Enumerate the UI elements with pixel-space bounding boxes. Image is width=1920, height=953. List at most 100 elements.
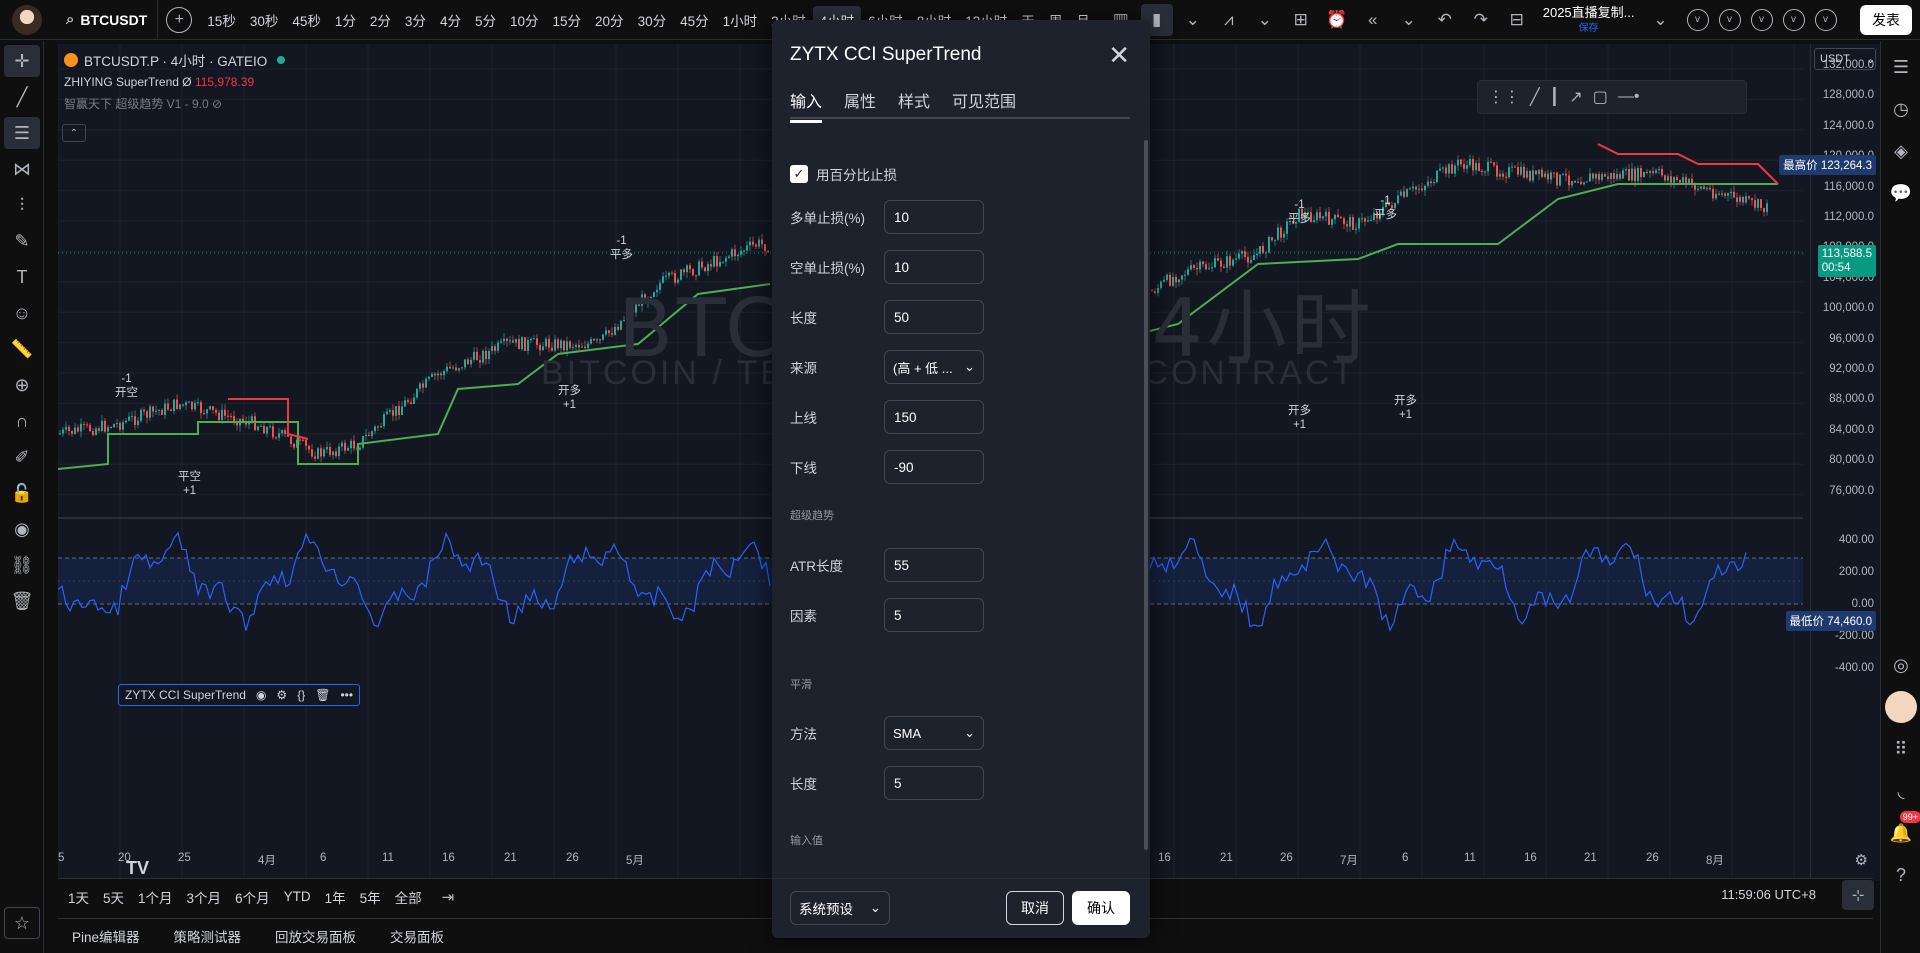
templates-icon[interactable]: ⊞ bbox=[1285, 4, 1317, 36]
publish-button[interactable]: 发表 bbox=[1860, 5, 1912, 35]
v-button-icon[interactable]: v bbox=[1686, 8, 1709, 31]
arrow-tool-icon[interactable]: ↗ bbox=[1569, 87, 1582, 107]
crosshair-mode-icon[interactable]: ⊹ bbox=[1842, 880, 1874, 910]
ruler-icon[interactable]: 📏 bbox=[4, 333, 40, 365]
line-tool-icon[interactable]: ╱ bbox=[1530, 87, 1540, 107]
interval-1[interactable]: 30秒 bbox=[243, 6, 286, 34]
help-icon[interactable]: ? bbox=[1885, 859, 1917, 891]
chevron-down-icon[interactable]: ⌄ bbox=[1393, 4, 1425, 36]
magnet-icon[interactable]: ∩ bbox=[4, 405, 40, 437]
chart-settings-icon[interactable]: ⚙ bbox=[1855, 851, 1868, 869]
forecast-icon[interactable]: ⫶ bbox=[4, 189, 40, 221]
v-button-icon[interactable]: v bbox=[1750, 8, 1773, 31]
interval-6[interactable]: 4分 bbox=[433, 6, 468, 34]
link-icon[interactable]: ⛓ bbox=[4, 549, 40, 581]
atr-input[interactable]: 55 bbox=[884, 548, 984, 582]
symbol-search[interactable]: ⌕ BTCUSDT bbox=[56, 0, 159, 40]
trash-icon[interactable]: 🗑 bbox=[4, 585, 40, 617]
lower-input[interactable]: -90 bbox=[884, 450, 984, 484]
utc-clock[interactable]: 11:59:06 UTC+8 bbox=[1721, 887, 1816, 902]
text-icon[interactable]: T bbox=[4, 261, 40, 293]
settings-icon[interactable]: ⚙ bbox=[276, 688, 287, 702]
range-3[interactable]: 3个月 bbox=[187, 887, 222, 907]
target-icon[interactable]: ◎ bbox=[1885, 649, 1917, 681]
range-8[interactable]: 全部 bbox=[395, 887, 422, 907]
redo-icon[interactable]: ↷ bbox=[1465, 4, 1497, 36]
oscillator-legend[interactable]: ZYTX CCI SuperTrend ◉ ⚙ {} 🗑 ••• bbox=[118, 684, 361, 706]
broadcast-icon[interactable]: ◟ bbox=[1885, 775, 1917, 807]
chevron-down-icon[interactable]: ⌄ bbox=[1249, 4, 1281, 36]
cancel-button[interactable]: 取消 bbox=[1006, 891, 1064, 925]
interval-8[interactable]: 10分 bbox=[503, 6, 546, 34]
notification-icon[interactable]: 🔔 99+ bbox=[1885, 811, 1920, 849]
avatar-small[interactable] bbox=[1885, 691, 1917, 723]
interval-9[interactable]: 15分 bbox=[546, 6, 589, 34]
dialog-scrollbar[interactable] bbox=[1144, 140, 1148, 850]
layout-name-button[interactable]: 2025直播复制... 保存 bbox=[1543, 6, 1635, 34]
alert-icon[interactable]: ⏰ bbox=[1321, 4, 1353, 36]
apps-icon[interactable]: ⠿ bbox=[1885, 733, 1917, 765]
range-1[interactable]: 5天 bbox=[103, 887, 124, 907]
range-0[interactable]: 1天 bbox=[68, 887, 89, 907]
compare-symbol-icon[interactable]: + bbox=[166, 6, 193, 33]
goto-date-icon[interactable]: ⇥ bbox=[442, 888, 455, 906]
star-icon[interactable]: ☆ bbox=[4, 907, 40, 939]
zoom-icon[interactable]: ⊕ bbox=[4, 369, 40, 401]
replay-icon[interactable]: « bbox=[1357, 4, 1389, 36]
currency-select[interactable]: USDT ⌄ bbox=[1814, 48, 1876, 70]
upper-input[interactable]: 150 bbox=[884, 400, 984, 434]
crosshair-icon[interactable]: ✛ bbox=[4, 45, 40, 77]
chat-icon[interactable]: 💬 bbox=[1885, 177, 1917, 209]
v-button-icon[interactable]: v bbox=[1814, 8, 1837, 31]
clock-alert-icon[interactable]: ◷ bbox=[1885, 93, 1917, 125]
checkbox-checked-icon[interactable]: ✓ bbox=[790, 165, 808, 183]
ok-button[interactable]: 确认 bbox=[1072, 891, 1130, 925]
factor-input[interactable]: 5 bbox=[884, 598, 984, 632]
interval-12[interactable]: 45分 bbox=[673, 6, 716, 34]
watchlist-icon[interactable]: ☰ bbox=[1885, 51, 1917, 83]
chevron-down-icon[interactable]: ⌄ bbox=[1645, 4, 1677, 36]
fib-icon[interactable]: ☰ bbox=[4, 117, 40, 149]
interval-7[interactable]: 5分 bbox=[468, 6, 503, 34]
collapse-legend-icon[interactable]: ⌃ bbox=[62, 124, 86, 142]
lock-draw-icon[interactable]: ✐ bbox=[4, 441, 40, 473]
drag-handle-icon[interactable]: ⋮⋮ bbox=[1488, 87, 1520, 107]
range-4[interactable]: 6个月 bbox=[235, 887, 270, 907]
range-2[interactable]: 1个月 bbox=[138, 887, 173, 907]
interval-5[interactable]: 3分 bbox=[398, 6, 433, 34]
indicator-legend-1[interactable]: ZHIYING SuperTrend Ø 115,978.39 bbox=[64, 75, 285, 89]
range-6[interactable]: 1年 bbox=[325, 887, 346, 907]
interval-10[interactable]: 20分 bbox=[588, 6, 631, 34]
v-button-icon[interactable]: v bbox=[1782, 8, 1805, 31]
bottom-tab-0[interactable]: Pine编辑器 bbox=[72, 926, 140, 946]
delete-icon[interactable]: 🗑 bbox=[315, 688, 330, 702]
bottom-tab-3[interactable]: 交易面板 bbox=[390, 926, 444, 946]
emoji-icon[interactable]: ☺ bbox=[4, 297, 40, 329]
range-7[interactable]: 5年 bbox=[360, 887, 381, 907]
range-5[interactable]: YTD bbox=[284, 889, 311, 904]
hidden-eye-icon[interactable]: ⊘ bbox=[212, 97, 222, 111]
indicator-legend-2[interactable]: 智赢天下 超级趋势 V1 - 9.0 ⊘ bbox=[64, 95, 285, 112]
undo-icon[interactable]: ↶ bbox=[1429, 4, 1461, 36]
lock-icon[interactable]: 🔓 bbox=[4, 477, 40, 509]
short-sl-input[interactable]: 10 bbox=[884, 250, 984, 284]
eye-icon[interactable]: ◉ bbox=[4, 513, 40, 545]
interval-2[interactable]: 45秒 bbox=[285, 6, 328, 34]
chevron-down-icon[interactable]: ⌄ bbox=[1177, 4, 1209, 36]
layers-icon[interactable]: ◈ bbox=[1885, 135, 1917, 167]
user-avatar[interactable] bbox=[12, 4, 42, 35]
bottom-tab-1[interactable]: 策略测试器 bbox=[174, 926, 242, 946]
v-button-icon[interactable]: v bbox=[1718, 8, 1741, 31]
preset-select[interactable]: 系统预设 ⌄ bbox=[790, 891, 890, 925]
close-icon[interactable]: ✕ bbox=[1108, 40, 1130, 71]
more-icon[interactable]: ••• bbox=[340, 688, 353, 702]
eye-icon[interactable]: ◉ bbox=[256, 688, 266, 702]
horizontal-ray-icon[interactable]: —• bbox=[1618, 88, 1640, 106]
indicators-icon[interactable]: ⩘ bbox=[1213, 4, 1245, 36]
use-percent-row[interactable]: ✓ 用百分比止损 bbox=[790, 164, 897, 184]
interval-11[interactable]: 30分 bbox=[631, 6, 674, 34]
bottom-tab-2[interactable]: 回放交易面板 bbox=[275, 926, 356, 946]
smooth-length-input[interactable]: 5 bbox=[884, 766, 984, 800]
trendline-icon[interactable]: ╱ bbox=[4, 81, 40, 113]
interval-13[interactable]: 1小时 bbox=[716, 6, 765, 34]
